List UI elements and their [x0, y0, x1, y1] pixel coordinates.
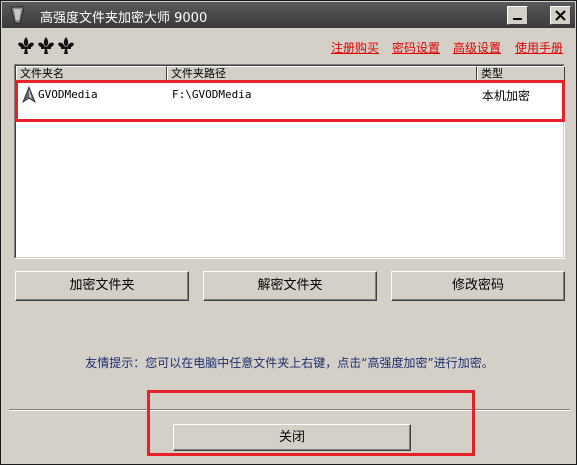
app-window: 高强度文件夹加密大师 9000 注册购买 密码设置 高级设置 使用手册 文件夹名…	[0, 0, 577, 465]
app-icon	[8, 5, 28, 25]
menu-register-purchase[interactable]: 注册购买	[331, 39, 379, 56]
change-password-button[interactable]: 修改密码	[391, 271, 565, 301]
menu-password-settings[interactable]: 密码设置	[392, 39, 440, 56]
encrypt-folder-button[interactable]: 加密文件夹	[15, 271, 189, 301]
brand-logo	[17, 35, 77, 57]
close-button[interactable]: 关闭	[173, 424, 411, 451]
menu-advanced-settings[interactable]: 高级设置	[453, 39, 501, 56]
tip-text: 友情提示：您可以在电脑中任意文件夹上右键，点击“高强度加密”进行加密。	[85, 356, 494, 370]
minimize-button[interactable]	[507, 6, 528, 25]
close-window-button[interactable]	[550, 6, 571, 25]
menu-user-manual[interactable]: 使用手册	[515, 39, 563, 56]
minimize-icon	[513, 18, 522, 20]
decrypt-folder-button[interactable]: 解密文件夹	[203, 271, 377, 301]
title-bar[interactable]: 高强度文件夹加密大师 9000	[2, 2, 575, 28]
window-title: 高强度文件夹加密大师 9000	[40, 11, 208, 26]
close-icon	[555, 10, 566, 21]
highlight-box-row	[15, 80, 565, 122]
